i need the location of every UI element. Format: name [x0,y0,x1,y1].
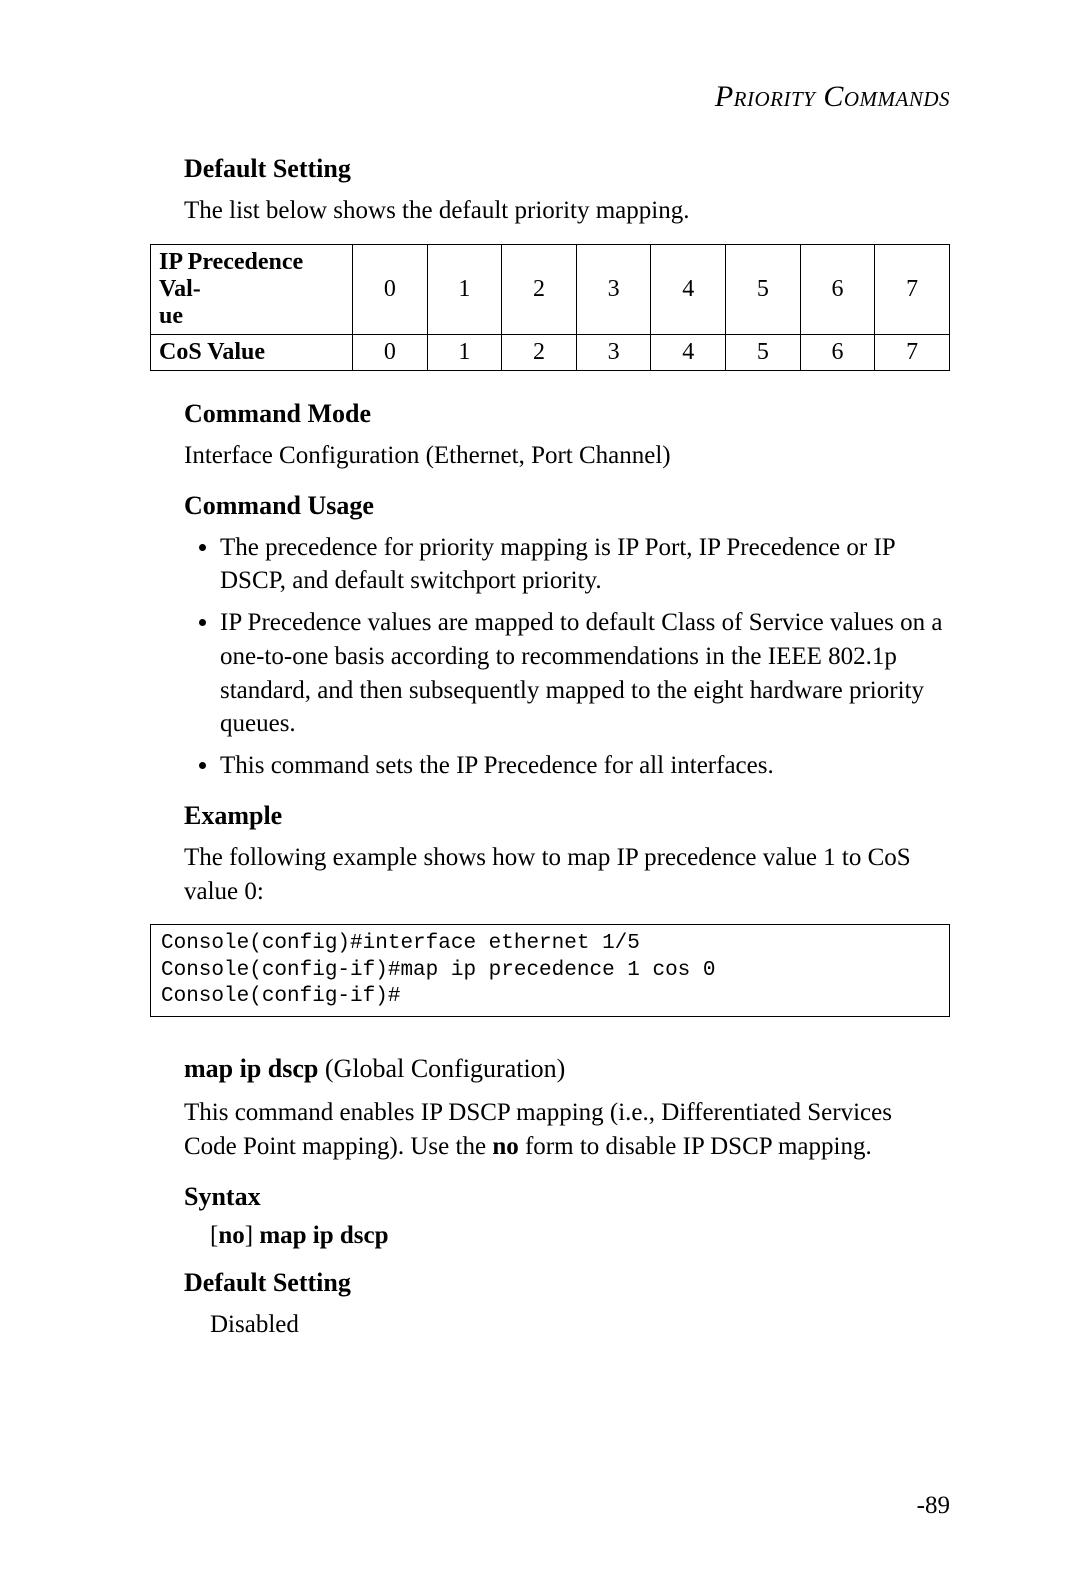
cell-value: 4 [651,334,726,370]
cell-value: 5 [726,334,801,370]
cell-value: 2 [502,244,577,334]
list-item: This command sets the IP Precedence for … [220,749,950,783]
console-block: Console(config)#interface ethernet 1/5 C… [150,924,950,1017]
heading-command-mode: Command Mode [184,399,950,429]
cell-value: 4 [651,244,726,334]
command-context: (Global Configuration) [318,1054,565,1083]
cell-value: 6 [800,244,875,334]
cell-value: 3 [576,244,651,334]
list-item: The precedence for priority mapping is I… [220,531,950,599]
command-mode-text: Interface Configuration (Ethernet, Port … [184,439,950,473]
command-description: This command enables IP DSCP mapping (i.… [184,1096,950,1164]
syntax-line: [no] map ip dscp [210,1222,950,1250]
priority-mapping-table: IP Precedence Val- ue 0 1 2 3 4 5 6 7 Co… [150,244,950,371]
heading-default-setting-2: Default Setting [184,1268,950,1298]
command-name: map ip dscp [184,1054,318,1083]
heading-syntax: Syntax [184,1182,950,1212]
cell-value: 6 [800,334,875,370]
cell-value: 0 [353,334,428,370]
heading-example: Example [184,801,950,831]
example-intro: The following example shows how to map I… [184,841,950,909]
cell-value: 2 [502,334,577,370]
cell-value: 7 [875,244,950,334]
row-label-cos: CoS Value [151,334,353,370]
cell-value: 3 [576,334,651,370]
default-setting-intro: The list below shows the default priorit… [184,194,950,228]
cell-value: 5 [726,244,801,334]
table-row: IP Precedence Val- ue 0 1 2 3 4 5 6 7 [151,244,950,334]
default-setting-value: Disabled [210,1308,950,1342]
table-row: CoS Value 0 1 2 3 4 5 6 7 [151,334,950,370]
list-item: IP Precedence values are mapped to defau… [220,606,950,741]
usage-bullet-list: The precedence for priority mapping is I… [194,531,950,783]
cell-value: 1 [427,244,502,334]
heading-default-setting: Default Setting [184,154,950,184]
cell-value: 1 [427,334,502,370]
heading-command-usage: Command Usage [184,491,950,521]
cell-value: 0 [353,244,428,334]
cell-value: 7 [875,334,950,370]
running-head: Priority Commands [150,80,950,114]
row-label-ip-precedence: IP Precedence Val- ue [151,244,353,334]
page-number: -89 [917,1492,950,1520]
command-title-map-ip-dscp: map ip dscp (Global Configuration) [184,1051,950,1086]
page: Priority Commands Default Setting The li… [0,0,1080,1570]
